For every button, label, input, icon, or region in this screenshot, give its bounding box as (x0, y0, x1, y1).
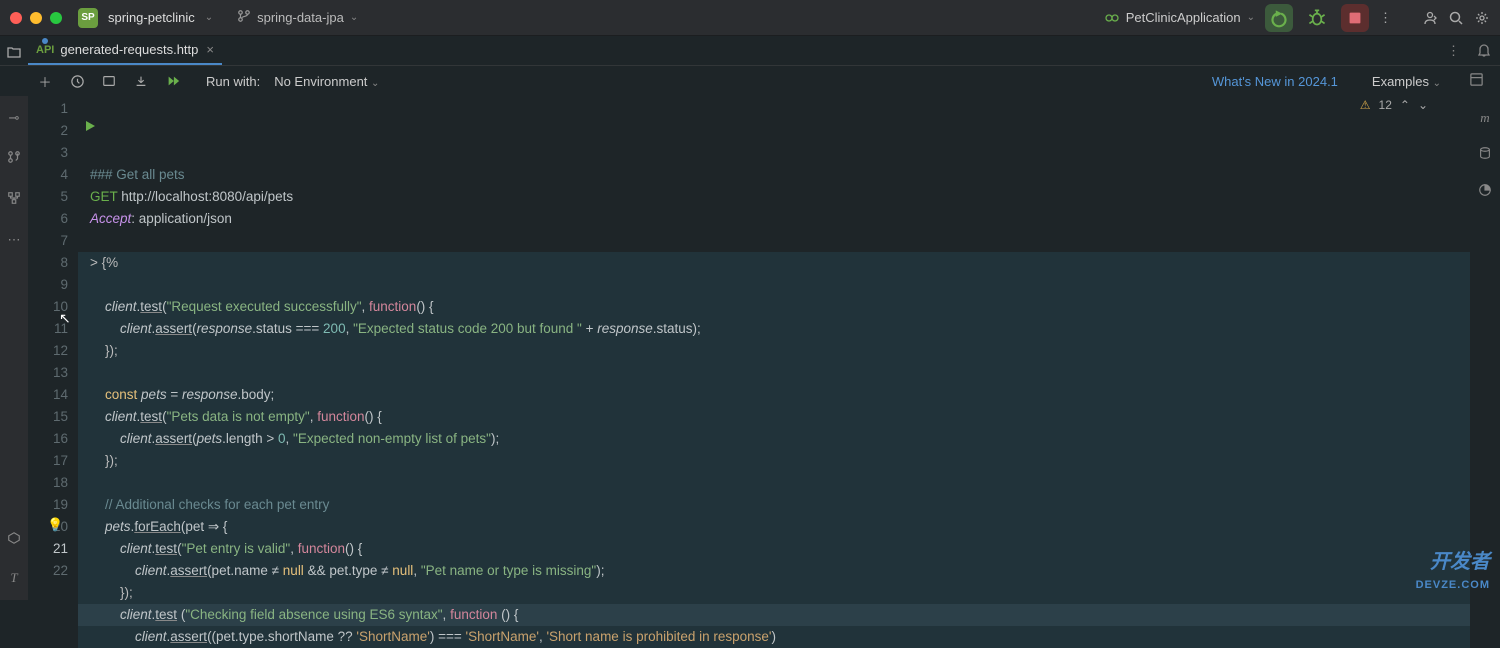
tab-menu-icon[interactable]: ⋮ (1447, 43, 1500, 59)
window-controls (10, 12, 62, 24)
layout-icon[interactable] (1469, 72, 1484, 90)
branch-icon (237, 9, 251, 26)
run-button[interactable] (1265, 4, 1293, 32)
run-all-icon[interactable] (164, 74, 182, 88)
coverage-tool-icon[interactable] (1478, 183, 1492, 200)
structure-tool-icon[interactable] (7, 191, 21, 208)
warning-count: 12 (1379, 98, 1392, 112)
examples-dropdown[interactable]: Examples ⌄ (1372, 74, 1441, 89)
add-request-icon[interactable]: ＋ (36, 72, 54, 91)
project-badge: SP (78, 8, 98, 28)
chevron-down-icon: ⌄ (350, 12, 358, 23)
close-window-icon[interactable] (10, 12, 22, 24)
modified-indicator-icon (42, 38, 48, 44)
project-tool-icon[interactable] (6, 44, 22, 63)
build-tool-icon[interactable] (7, 531, 21, 548)
main-area: ⊸ ⋯ T 1234567891011121314151617181920212… (0, 96, 1500, 600)
database-tool-icon[interactable] (1478, 146, 1492, 163)
run-gutter-icon[interactable] (84, 120, 96, 135)
prev-highlight-icon[interactable]: ⌃ (1400, 98, 1410, 112)
mouse-cursor-icon: ↖ (59, 310, 71, 327)
pull-requests-tool-icon[interactable] (7, 150, 21, 167)
close-tab-icon[interactable]: × (206, 42, 214, 57)
file-tab[interactable]: API generated-requests.http × (28, 36, 222, 65)
http-editor-toolbar: ＋ Run with: No Environment ⌄ What's New … (0, 66, 1500, 96)
history-icon[interactable] (68, 74, 86, 89)
commits-tool-icon[interactable]: ⊸ (9, 110, 20, 126)
warning-icon: ⚠ (1360, 98, 1371, 112)
minimize-window-icon[interactable] (30, 12, 42, 24)
editor-tabs: API generated-requests.http × ⋮ (0, 36, 1500, 66)
right-tool-strip: m (1470, 96, 1500, 600)
vcs-branch-dropdown[interactable]: spring-data-jpa ⌄ (237, 9, 358, 26)
next-highlight-icon[interactable]: ⌄ (1418, 98, 1428, 112)
branch-name: spring-data-jpa (257, 10, 344, 25)
maven-tool-icon[interactable]: m (1480, 110, 1489, 126)
http-file-icon: API (36, 44, 54, 56)
whats-new-link[interactable]: What's New in 2024.1 (1212, 74, 1338, 89)
import-icon[interactable] (132, 74, 150, 88)
inspection-status[interactable]: ⚠ 12 ⌃ ⌄ (1360, 98, 1428, 112)
run-config-icon (1104, 10, 1120, 26)
project-name-dropdown[interactable]: spring-petclinic (108, 10, 195, 25)
run-configuration-dropdown[interactable]: PetClinicApplication ⌄ (1104, 10, 1255, 26)
run-with-label: Run with: (206, 74, 260, 89)
more-tools-icon[interactable]: ⋯ (8, 232, 21, 248)
left-tool-strip: ⊸ ⋯ T (0, 96, 28, 600)
more-actions-icon[interactable]: ⋮ (1379, 10, 1392, 26)
code-content[interactable]: 💡 ### Get all petsGET http://localhost:8… (78, 96, 1470, 600)
chevron-down-icon: ⌄ (205, 12, 213, 23)
notifications-icon[interactable] (1476, 42, 1492, 61)
terminal-tool-icon[interactable]: T (10, 570, 17, 586)
run-config-name: PetClinicApplication (1126, 10, 1241, 25)
stop-button[interactable] (1341, 4, 1369, 32)
maximize-window-icon[interactable] (50, 12, 62, 24)
debug-button[interactable] (1303, 4, 1331, 32)
titlebar: SP spring-petclinic ⌄ spring-data-jpa ⌄ … (0, 0, 1500, 36)
chevron-down-icon: ⌄ (1247, 12, 1255, 23)
tab-filename: generated-requests.http (60, 42, 198, 57)
watermark: 开发者DEVZE.COM (1416, 552, 1490, 592)
environment-dropdown[interactable]: No Environment ⌄ (274, 74, 379, 89)
settings-gear-icon[interactable] (1474, 10, 1490, 26)
code-editor[interactable]: 12345678910111213141516171819202122 💡 ##… (28, 96, 1470, 600)
code-with-me-icon[interactable] (1422, 10, 1438, 26)
search-icon[interactable] (1448, 10, 1464, 26)
convert-icon[interactable] (100, 74, 118, 88)
intention-bulb-icon[interactable]: 💡 (47, 514, 63, 536)
